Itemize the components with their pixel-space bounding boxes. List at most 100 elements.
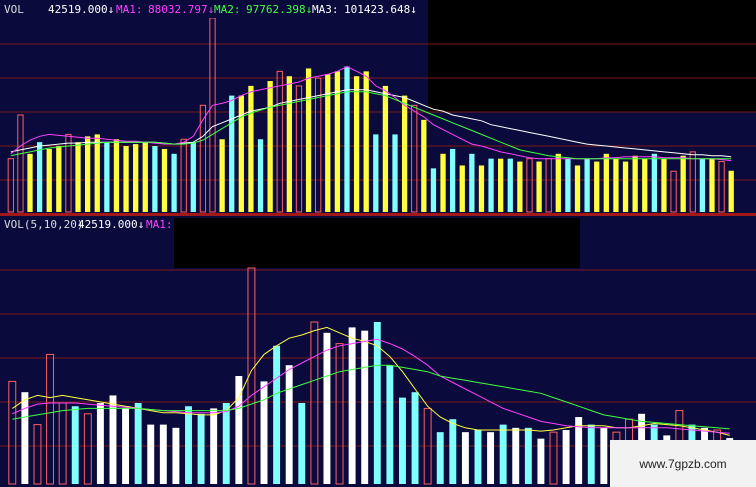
volume-bar (267, 81, 273, 212)
volume-bar (161, 148, 168, 212)
volume-bar (353, 76, 360, 212)
volume-bar (344, 66, 350, 212)
panel-divider (0, 213, 756, 216)
volume-bar (461, 432, 469, 484)
volume-bar (574, 165, 581, 212)
volume-bar (46, 148, 52, 212)
volume-bar (361, 330, 369, 484)
volume-bar (512, 427, 520, 484)
volume-bar (524, 427, 532, 484)
volume-bar (134, 403, 142, 484)
volume-bar (421, 119, 427, 212)
volume-bar (75, 142, 81, 212)
volume-bar (248, 85, 254, 212)
volume-bar (386, 365, 394, 484)
volume-bar (555, 153, 561, 212)
volume-bar (373, 134, 379, 212)
volume-bar (27, 153, 33, 212)
volume-bar (680, 155, 686, 212)
volume-bar (298, 403, 306, 484)
volume-bar (498, 158, 504, 212)
volume-bar (603, 153, 609, 212)
volume-bar (613, 158, 619, 212)
volume-bar (273, 345, 281, 484)
volume-bar (104, 142, 110, 212)
volume-bar (600, 427, 608, 484)
volume-bar (122, 408, 130, 484)
bottom-ma1-label: MA1: (146, 218, 173, 231)
volume-bar (565, 158, 571, 212)
watermark-text: www.7gpzb.com (638, 457, 726, 471)
volume-bar (142, 142, 148, 212)
chart-stage: VOL 42519.000↓ MA1: 88032.797↓ MA2: 9776… (0, 0, 756, 487)
top-ma2-value: 97762.398↓ (246, 3, 312, 16)
volume-bar (71, 406, 79, 484)
volume-bar (323, 332, 331, 484)
top-vol-label: VOL (4, 3, 24, 16)
bottom-vol-label: VOL(5,10,20) (4, 218, 83, 231)
volume-bar (238, 95, 244, 212)
volume-bar (257, 139, 264, 212)
volume-bar (709, 158, 715, 212)
volume-bar (219, 139, 225, 212)
volume-bar (96, 403, 104, 484)
volume-bar (587, 424, 595, 484)
volume-bar (94, 134, 100, 212)
volume-bar (185, 406, 192, 484)
volume-bar (56, 146, 62, 212)
volume-bar (562, 430, 570, 484)
volume-bar (488, 158, 494, 212)
volume-bar (474, 430, 482, 484)
volume-bar (594, 161, 600, 212)
volume-bar (411, 392, 419, 484)
volume-bar (642, 158, 648, 212)
volume-bar (133, 144, 139, 212)
volume-bar (197, 413, 205, 484)
top-ma1-value: 88032.797↓ (148, 3, 214, 16)
volume-bar (661, 158, 667, 212)
volume-bar (584, 158, 590, 212)
volume-bar (436, 432, 444, 484)
volume-bar (382, 85, 389, 212)
volume-bar (172, 427, 180, 484)
volume-chart: VOL 42519.000↓ MA1: 88032.797↓ MA2: 9776… (0, 0, 756, 487)
volume-bar (286, 76, 292, 212)
volume-bar (85, 136, 91, 212)
volume-bar (478, 165, 485, 212)
top-vol-value: 42519.000↓ (48, 3, 114, 16)
volume-bar (537, 438, 545, 484)
volume-bar (499, 424, 507, 484)
top-ma3-label: MA3: (312, 3, 339, 16)
volume-bar (401, 95, 408, 212)
volume-bar (305, 68, 312, 212)
volume-bar (399, 397, 406, 484)
bottom-panel-blackout (174, 218, 580, 268)
volume-bar (507, 158, 513, 212)
top-ma1-label: MA1: (116, 3, 143, 16)
bottom-vol-value: 42519.000↓ (78, 218, 144, 231)
volume-bar (536, 161, 542, 212)
volume-bar (159, 424, 167, 484)
volume-bar (152, 146, 158, 212)
top-ma3-value: 101423.648↓ (344, 3, 417, 16)
volume-bar (147, 424, 155, 484)
volume-bar (517, 161, 523, 212)
volume-bar (728, 170, 734, 212)
volume-bar (449, 419, 457, 484)
volume-bar (190, 142, 196, 212)
volume-bar (392, 134, 398, 212)
volume-bar (622, 161, 629, 212)
volume-bar (123, 146, 129, 212)
volume-bar (171, 153, 177, 212)
volume-bar (469, 153, 475, 212)
volume-bar (632, 155, 638, 212)
volume-bar (348, 327, 356, 484)
volume-bar (699, 158, 706, 212)
volume-bar (260, 381, 268, 484)
volume-bar (459, 165, 465, 212)
top-ma2-label: MA2: (214, 3, 241, 16)
volume-bar (440, 153, 446, 212)
volume-bar (487, 432, 495, 484)
volume-bar (651, 153, 657, 212)
volume-bar (450, 148, 456, 212)
